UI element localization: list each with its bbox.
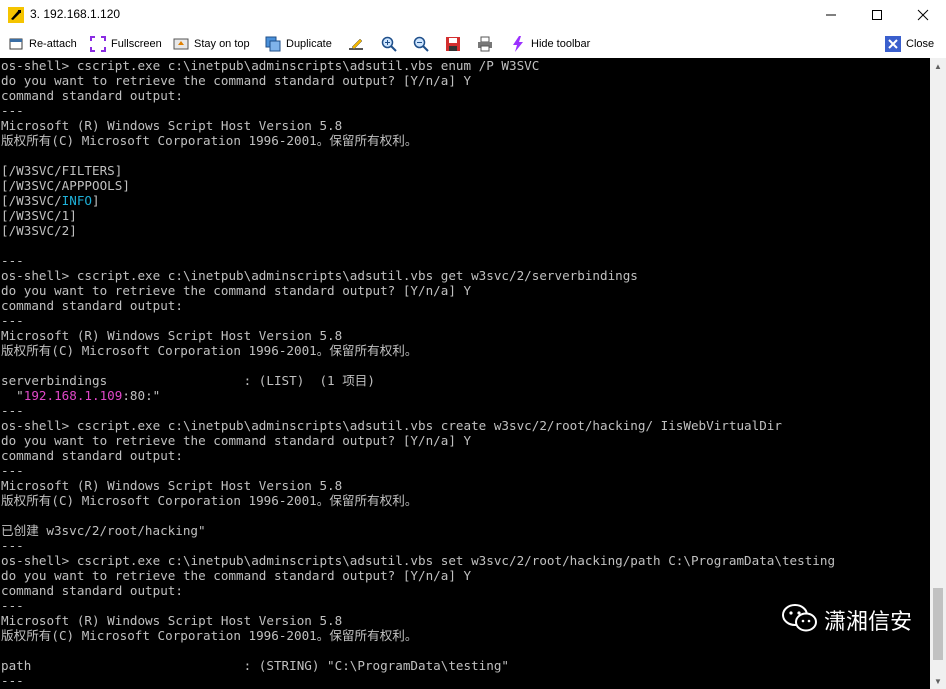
- lightning-icon: [510, 36, 526, 52]
- zoom-out-button[interactable]: [413, 34, 434, 54]
- edit-button[interactable]: [348, 34, 369, 54]
- print-button[interactable]: [477, 34, 498, 54]
- terminal-output[interactable]: os-shell> cscript.exe c:\inetpub\adminsc…: [0, 58, 930, 689]
- terminal-line: ---: [1, 253, 24, 268]
- hide-toolbar-label: Hide toolbar: [531, 38, 591, 50]
- zoom-in-button[interactable]: [381, 34, 402, 54]
- terminal-line: do you want to retrieve the command stan…: [1, 433, 472, 448]
- reattach-icon: [8, 36, 24, 52]
- terminal-line: 版权所有(C) Microsoft Corporation 1996-2001。…: [1, 343, 418, 358]
- stay-on-top-icon: [173, 36, 189, 52]
- terminal-line: "192.168.1.109:80:": [1, 388, 161, 403]
- terminal-line: [/W3SVC/INFO]: [1, 193, 100, 208]
- terminal-line: Microsoft (R) Windows Script Host Versio…: [1, 478, 343, 493]
- toolbar-close-button[interactable]: Close: [885, 34, 934, 54]
- zoom-out-icon: [413, 36, 429, 52]
- duplicate-icon: [265, 36, 281, 52]
- duplicate-label: Duplicate: [286, 38, 332, 50]
- save-button[interactable]: [445, 34, 466, 54]
- terminal-line: command standard output:: [1, 583, 183, 598]
- printer-icon: [477, 36, 493, 52]
- terminal-line: do you want to retrieve the command stan…: [1, 568, 472, 583]
- terminal-line: ---: [1, 463, 24, 478]
- stay-on-top-button[interactable]: Stay on top: [173, 34, 250, 54]
- terminal-line: Microsoft (R) Windows Script Host Versio…: [1, 118, 343, 133]
- scrollbar-thumb[interactable]: [933, 588, 943, 660]
- terminal-line: os-shell> cscript.exe c:\inetpub\adminsc…: [1, 553, 836, 568]
- terminal-line: path : (STRING) "C:\ProgramData\testing": [1, 658, 509, 673]
- reattach-label: Re-attach: [29, 38, 77, 50]
- reattach-button[interactable]: Re-attach: [8, 34, 77, 54]
- terminal-line: serverbindings : (LIST) (1 项目): [1, 373, 375, 388]
- window-title: 3. 192.168.1.120: [30, 7, 121, 21]
- zoom-in-icon: [381, 36, 397, 52]
- floppy-disk-icon: [445, 36, 461, 52]
- terminal-line: [/W3SVC/APPPOOLS]: [1, 178, 130, 193]
- terminal-line: 版权所有(C) Microsoft Corporation 1996-2001。…: [1, 133, 418, 148]
- terminal-line: [/W3SVC/FILTERS]: [1, 163, 123, 178]
- terminal-line: [/W3SVC/1]: [1, 208, 77, 223]
- wechat-logo-icon: [782, 603, 818, 638]
- scroll-up-arrow[interactable]: ▲: [930, 58, 946, 74]
- hide-toolbar-button[interactable]: Hide toolbar: [510, 34, 590, 54]
- stay-on-top-label: Stay on top: [194, 38, 250, 50]
- minimize-button[interactable]: [808, 0, 854, 30]
- terminal-line: ---: [1, 313, 24, 328]
- terminal-line: [/W3SVC/2]: [1, 223, 77, 238]
- terminal-line: do you want to retrieve the command stan…: [1, 283, 472, 298]
- fullscreen-icon: [90, 36, 106, 52]
- app-icon: [8, 7, 24, 23]
- fullscreen-label: Fullscreen: [111, 38, 162, 50]
- maximize-button[interactable]: [854, 0, 900, 30]
- watermark: 潇湘信安: [782, 602, 912, 638]
- vertical-scrollbar[interactable]: ▲ ▼: [930, 58, 946, 689]
- scroll-down-arrow[interactable]: ▼: [930, 673, 946, 689]
- terminal-line: do you want to retrieve the command stan…: [1, 73, 472, 88]
- toolbar: Re-attach Fullscreen Stay on top Duplica…: [0, 30, 946, 59]
- terminal-line: ---: [1, 538, 24, 553]
- close-icon: [885, 36, 901, 52]
- terminal-line: os-shell> cscript.exe c:\inetpub\adminsc…: [1, 418, 782, 433]
- terminal-line: ---: [1, 403, 24, 418]
- terminal-line: 已创建 w3svc/2/root/hacking": [1, 523, 206, 538]
- toolbar-close-label: Close: [906, 38, 935, 50]
- terminal-line: ---: [1, 103, 24, 118]
- terminal-text: os-shell> cscript.exe c:\inetpub\adminsc…: [0, 58, 930, 688]
- terminal-line: os-shell> cscript.exe c:\inetpub\adminsc…: [1, 58, 540, 73]
- fullscreen-button[interactable]: Fullscreen: [90, 34, 162, 54]
- terminal-line: command standard output:: [1, 448, 183, 463]
- terminal-line: os-shell> cscript.exe c:\inetpub\adminsc…: [1, 268, 638, 283]
- duplicate-button[interactable]: Duplicate: [265, 34, 332, 54]
- title-bar: 3. 192.168.1.120: [0, 0, 946, 30]
- window-close-button[interactable]: [900, 0, 946, 30]
- terminal-line: Microsoft (R) Windows Script Host Versio…: [1, 328, 343, 343]
- terminal-line: command standard output:: [1, 88, 183, 103]
- terminal-line: ---: [1, 673, 24, 688]
- terminal-line: 版权所有(C) Microsoft Corporation 1996-2001。…: [1, 493, 418, 508]
- watermark-text: 潇湘信安: [824, 610, 913, 635]
- pencil-icon: [348, 36, 364, 52]
- terminal-line: command standard output:: [1, 298, 183, 313]
